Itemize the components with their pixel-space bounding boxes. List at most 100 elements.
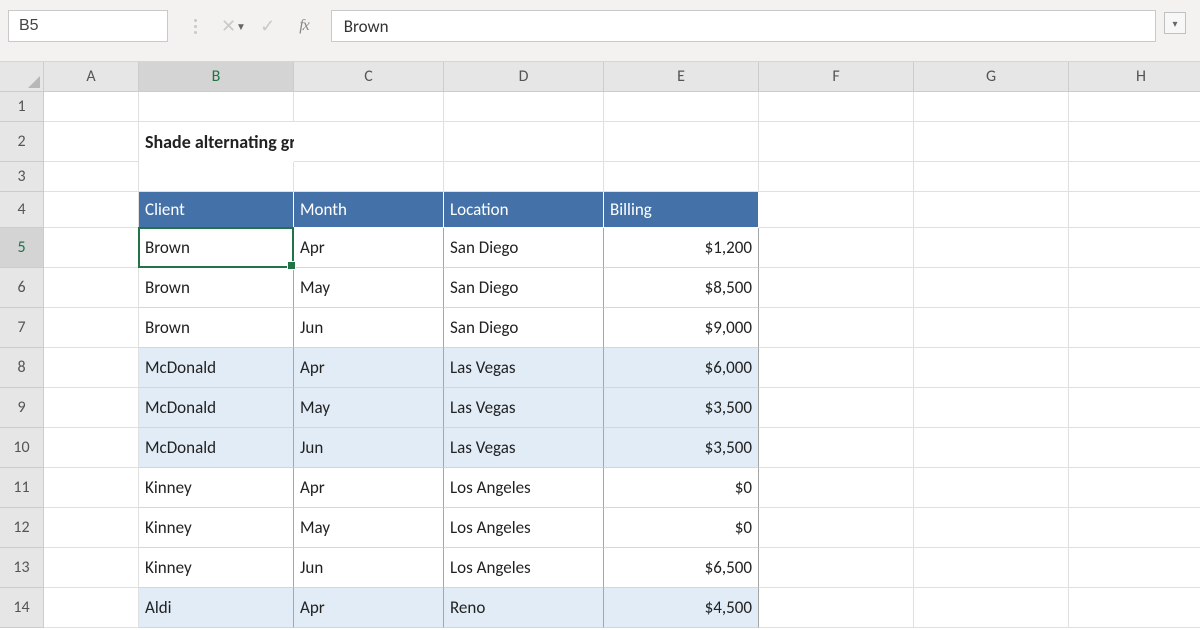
cell-G10[interactable] (914, 428, 1069, 468)
cell-F11[interactable] (759, 468, 914, 508)
column-header-G[interactable]: G (914, 62, 1069, 92)
cell-A6[interactable] (44, 268, 139, 308)
cell-D7[interactable]: San Diego (444, 308, 604, 348)
formula-input[interactable]: Brown (331, 10, 1156, 42)
cell-A12[interactable] (44, 508, 139, 548)
cell-C13[interactable]: Jun (294, 548, 444, 588)
cell-H1[interactable] (1069, 92, 1200, 122)
cell-E5[interactable]: $1,200 (604, 228, 759, 268)
cell-A4[interactable] (44, 192, 139, 228)
cell-B14[interactable]: Aldi (139, 588, 294, 628)
cell-G13[interactable] (914, 548, 1069, 588)
row-header-7[interactable]: 7 (0, 308, 44, 348)
row-header-8[interactable]: 8 (0, 348, 44, 388)
cell-B4[interactable]: Client (139, 192, 294, 228)
cell-B13[interactable]: Kinney (139, 548, 294, 588)
cell-E1[interactable] (604, 92, 759, 122)
cell-B8[interactable]: McDonald (139, 348, 294, 388)
cell-G3[interactable] (914, 162, 1069, 192)
cell-D4[interactable]: Location (444, 192, 604, 228)
column-header-B[interactable]: B (139, 62, 294, 92)
cell-H8[interactable] (1069, 348, 1200, 388)
cell-A10[interactable] (44, 428, 139, 468)
cell-E6[interactable]: $8,500 (604, 268, 759, 308)
cell-E12[interactable]: $0 (604, 508, 759, 548)
cell-G8[interactable] (914, 348, 1069, 388)
cell-F2[interactable] (759, 122, 914, 162)
cell-B3[interactable] (139, 162, 294, 192)
cell-A13[interactable] (44, 548, 139, 588)
cell-D6[interactable]: San Diego (444, 268, 604, 308)
name-box-container[interactable]: ▼ (8, 10, 168, 42)
cell-F12[interactable] (759, 508, 914, 548)
cell-A2[interactable] (44, 122, 139, 162)
row-header-9[interactable]: 9 (0, 388, 44, 428)
cell-E3[interactable] (604, 162, 759, 192)
row-header-4[interactable]: 4 (0, 192, 44, 228)
cell-B7[interactable]: Brown (139, 308, 294, 348)
fx-icon[interactable]: fx (299, 17, 309, 35)
cell-D11[interactable]: Los Angeles (444, 468, 604, 508)
cell-B2[interactable]: Shade alternating groups of n rows (139, 122, 294, 162)
column-header-H[interactable]: H (1069, 62, 1200, 92)
cell-A14[interactable] (44, 588, 139, 628)
cell-B11[interactable]: Kinney (139, 468, 294, 508)
row-header-6[interactable]: 6 (0, 268, 44, 308)
cell-A3[interactable] (44, 162, 139, 192)
cell-C11[interactable]: Apr (294, 468, 444, 508)
cell-D3[interactable] (444, 162, 604, 192)
cell-D9[interactable]: Las Vegas (444, 388, 604, 428)
cell-H3[interactable] (1069, 162, 1200, 192)
cell-D12[interactable]: Los Angeles (444, 508, 604, 548)
cell-E8[interactable]: $6,000 (604, 348, 759, 388)
cell-E11[interactable]: $0 (604, 468, 759, 508)
cell-D13[interactable]: Los Angeles (444, 548, 604, 588)
cell-E10[interactable]: $3,500 (604, 428, 759, 468)
cell-C5[interactable]: Apr (294, 228, 444, 268)
cell-G2[interactable] (914, 122, 1069, 162)
cell-C4[interactable]: Month (294, 192, 444, 228)
cell-G9[interactable] (914, 388, 1069, 428)
cell-H2[interactable] (1069, 122, 1200, 162)
cell-H10[interactable] (1069, 428, 1200, 468)
column-header-C[interactable]: C (294, 62, 444, 92)
cell-E4[interactable]: Billing (604, 192, 759, 228)
cell-F1[interactable] (759, 92, 914, 122)
cell-H9[interactable] (1069, 388, 1200, 428)
cell-F14[interactable] (759, 588, 914, 628)
column-header-F[interactable]: F (759, 62, 914, 92)
cell-C8[interactable]: Apr (294, 348, 444, 388)
cell-G1[interactable] (914, 92, 1069, 122)
select-all-corner[interactable] (0, 62, 44, 92)
cell-F6[interactable] (759, 268, 914, 308)
cell-F9[interactable] (759, 388, 914, 428)
cell-H5[interactable] (1069, 228, 1200, 268)
cell-G14[interactable] (914, 588, 1069, 628)
cell-E14[interactable]: $4,500 (604, 588, 759, 628)
cell-D2[interactable] (444, 122, 604, 162)
cell-D14[interactable]: Reno (444, 588, 604, 628)
cell-F13[interactable] (759, 548, 914, 588)
cell-F10[interactable] (759, 428, 914, 468)
expand-formula-bar-icon[interactable]: ▾ (1164, 12, 1186, 34)
cell-B6[interactable]: Brown (139, 268, 294, 308)
cell-C7[interactable]: Jun (294, 308, 444, 348)
cell-F3[interactable] (759, 162, 914, 192)
cell-A8[interactable] (44, 348, 139, 388)
cell-H12[interactable] (1069, 508, 1200, 548)
cell-B10[interactable]: McDonald (139, 428, 294, 468)
cell-C14[interactable]: Apr (294, 588, 444, 628)
cell-F4[interactable] (759, 192, 914, 228)
cell-A7[interactable] (44, 308, 139, 348)
cell-F8[interactable] (759, 348, 914, 388)
cell-D5[interactable]: San Diego (444, 228, 604, 268)
cell-G12[interactable] (914, 508, 1069, 548)
row-header-2[interactable]: 2 (0, 122, 44, 162)
row-header-10[interactable]: 10 (0, 428, 44, 468)
enter-icon[interactable]: ✓ (260, 15, 275, 37)
row-header-14[interactable]: 14 (0, 588, 44, 628)
cell-D8[interactable]: Las Vegas (444, 348, 604, 388)
cell-G4[interactable] (914, 192, 1069, 228)
cell-E9[interactable]: $3,500 (604, 388, 759, 428)
cell-A5[interactable] (44, 228, 139, 268)
